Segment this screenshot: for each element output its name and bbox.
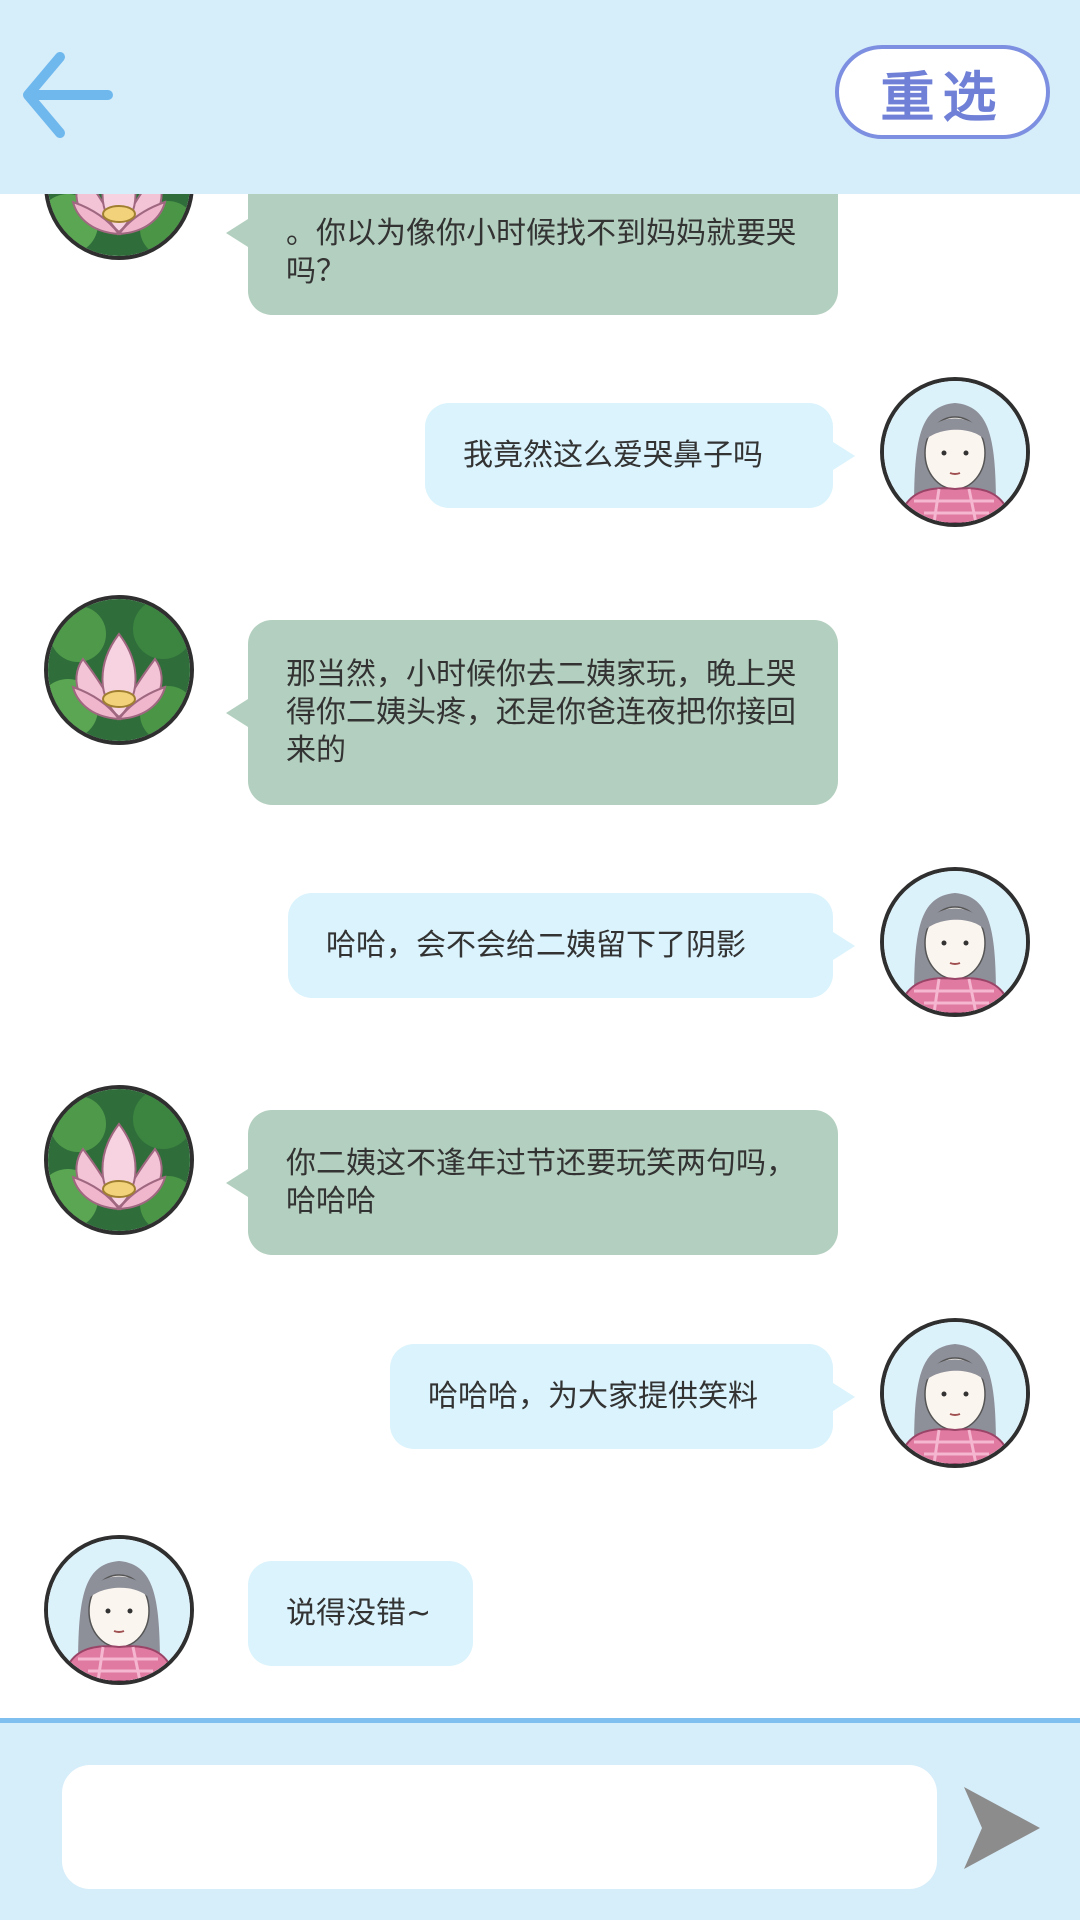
send-button[interactable] (960, 1783, 1044, 1873)
message-bubble[interactable]: 说得没错~ (248, 1561, 473, 1666)
message-bubble[interactable]: 我竟然这么爱哭鼻子吗 (425, 403, 855, 508)
message-text: 那当然，小时候你去二姨家玩，晚上哭得你二姨头疼，还是你爸连夜把你接回来的 (286, 656, 796, 768)
reselect-label: 重选 (880, 65, 1005, 129)
reselect-button[interactable]: 重选 (835, 45, 1050, 139)
girl-avatar[interactable] (880, 1318, 1030, 1468)
message-text: 说得没错~ (286, 1595, 432, 1631)
girl-icon (48, 1539, 190, 1681)
message-text: 哈哈哈，为大家提供笑料 (428, 1378, 758, 1414)
arrow-left-icon (23, 52, 113, 138)
message-bubble[interactable]: 那当然，小时候你去二姨家玩，晚上哭得你二姨头疼，还是你爸连夜把你接回来的 (226, 620, 838, 805)
lotus-avatar[interactable] (44, 595, 194, 745)
girl-icon (884, 381, 1026, 523)
top-bar: 重选 (0, 0, 1080, 194)
girl-avatar[interactable] (880, 377, 1030, 527)
girl-avatar[interactable] (44, 1535, 194, 1685)
chat-app: 。你以为像你小时候找不到妈妈就要哭吗？ 我竟然这么爱哭鼻子吗 那当然，小时候你去… (0, 0, 1080, 1920)
message-bubble[interactable]: 哈哈哈，为大家提供笑料 (390, 1344, 855, 1449)
send-arrow-icon (964, 1787, 1040, 1869)
back-button[interactable] (20, 45, 120, 145)
message-input[interactable] (62, 1765, 937, 1889)
input-bar (0, 1718, 1080, 1920)
message-bubble[interactable]: 哈哈，会不会给二姨留下了阴影 (288, 893, 855, 998)
chat-list[interactable]: 。你以为像你小时候找不到妈妈就要哭吗？ 我竟然这么爱哭鼻子吗 那当然，小时候你去… (0, 0, 1080, 1718)
girl-icon (884, 871, 1026, 1013)
lotus-icon (48, 1089, 190, 1231)
message-bubble[interactable]: 你二姨这不逢年过节还要玩笑两句吗，哈哈哈 (226, 1110, 838, 1255)
girl-avatar[interactable] (880, 867, 1030, 1017)
message-text: 我竟然这么爱哭鼻子吗 (463, 437, 763, 473)
lotus-icon (48, 599, 190, 741)
message-text: 。你以为像你小时候找不到妈妈就要哭吗？ (286, 215, 796, 289)
girl-icon (884, 1322, 1026, 1464)
lotus-avatar[interactable] (44, 1085, 194, 1235)
message-text: 你二姨这不逢年过节还要玩笑两句吗，哈哈哈 (286, 1145, 796, 1219)
message-text: 哈哈，会不会给二姨留下了阴影 (326, 927, 746, 963)
